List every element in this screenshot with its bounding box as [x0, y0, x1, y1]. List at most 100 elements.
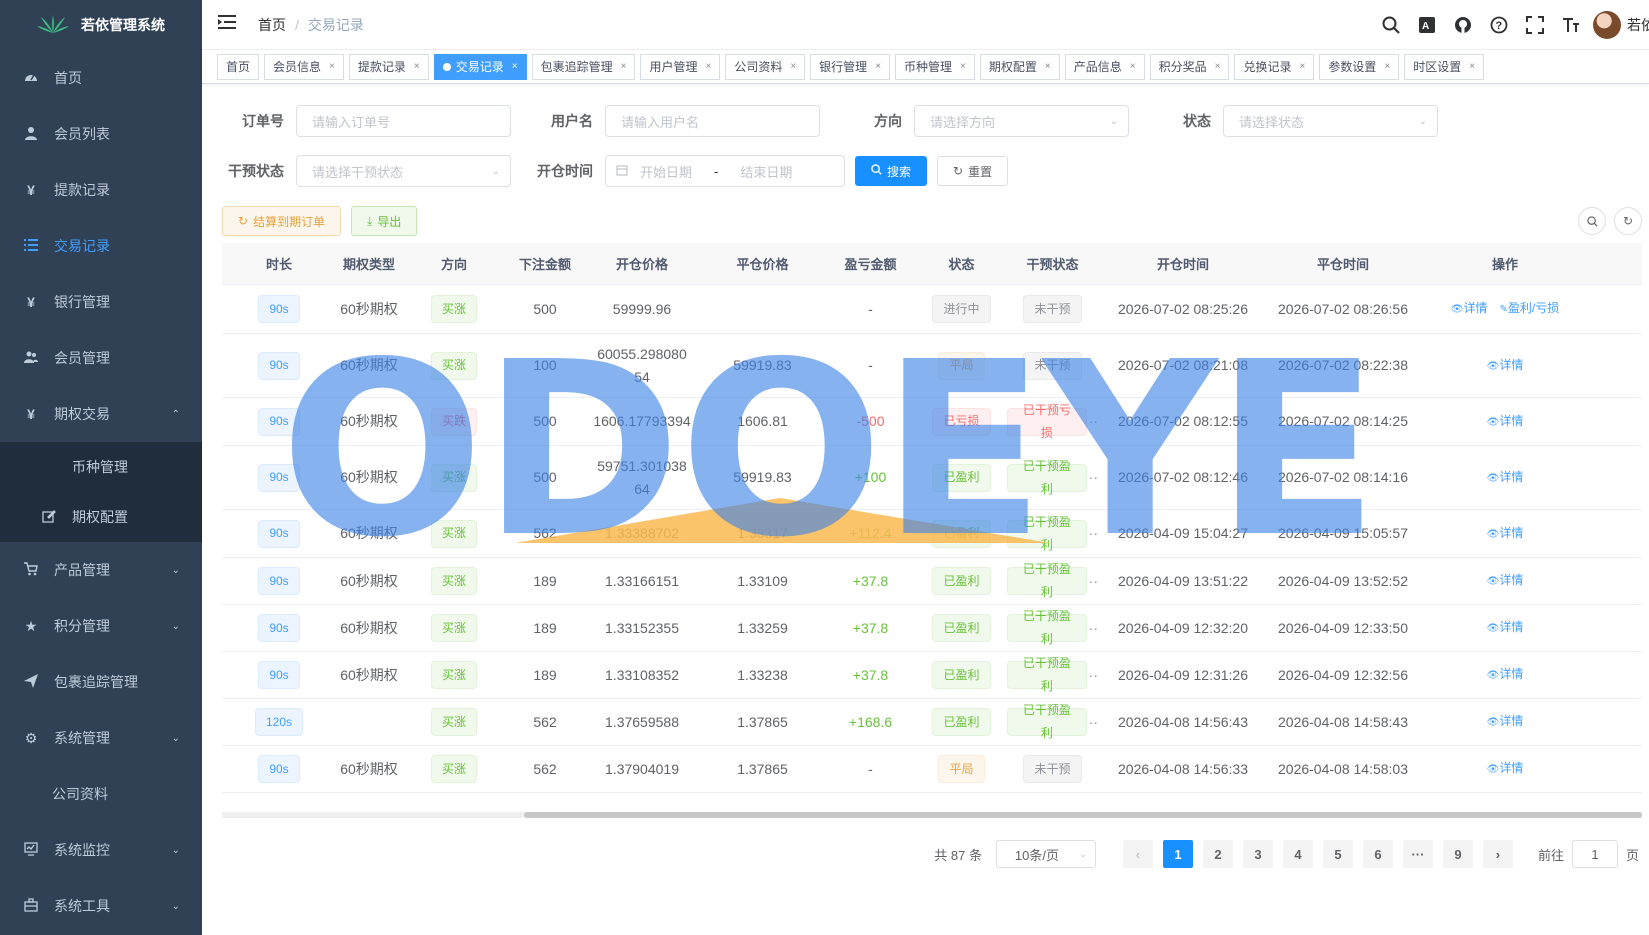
detail-link[interactable]: 👁详情: [1487, 466, 1524, 490]
close-icon[interactable]: ×: [1384, 61, 1390, 72]
detail-link[interactable]: 👁详情: [1487, 710, 1524, 734]
tab-8[interactable]: 币种管理 ×: [895, 53, 975, 80]
page-button[interactable]: 3: [1242, 840, 1273, 868]
detail-link[interactable]: 👁详情: [1487, 663, 1524, 687]
page-button[interactable]: 9: [1442, 840, 1473, 868]
reset-button[interactable]: ↻ 重置: [937, 156, 1009, 186]
profit-loss-link[interactable]: ✎盈利/亏损: [1499, 297, 1559, 321]
tab-12[interactable]: 兑换记录 ×: [1234, 53, 1315, 80]
tab-9[interactable]: 期权配置 ×: [979, 53, 1060, 80]
breadcrumb-home[interactable]: 首页: [258, 15, 286, 35]
settle-expired-button[interactable]: ↻ 结算到期订单: [222, 206, 342, 236]
tab-2[interactable]: 提款记录 ×: [348, 53, 429, 80]
sidebar-item[interactable]: 系统工具 ⌄: [0, 878, 202, 934]
close-icon[interactable]: ×: [875, 61, 881, 72]
page-button[interactable]: 6: [1362, 840, 1393, 868]
sidebar-item[interactable]: 会员管理: [0, 330, 202, 386]
next-page-button[interactable]: ›: [1482, 840, 1513, 868]
close-icon[interactable]: ×: [414, 61, 420, 72]
sidebar-item[interactable]: 产品管理 ⌄: [0, 542, 202, 598]
page-button[interactable]: 1: [1162, 840, 1193, 868]
close-icon[interactable]: ×: [329, 61, 335, 72]
detail-link[interactable]: 👁详情: [1487, 757, 1524, 781]
sidebar-item[interactable]: 系统监控 ⌄: [0, 822, 202, 878]
sidebar-item-label: 首页: [54, 70, 82, 86]
detail-link[interactable]: 👁详情: [1451, 297, 1488, 321]
avatar[interactable]: [1593, 11, 1621, 39]
status-select[interactable]: 请选择状态 ⌄: [1223, 105, 1438, 137]
search-button[interactable]: 搜索: [855, 156, 928, 186]
close-icon[interactable]: ×: [1215, 61, 1221, 72]
horizontal-scrollbar[interactable]: [222, 812, 1642, 818]
sidebar-item[interactable]: ¥ 提款记录: [0, 162, 202, 218]
tab-11[interactable]: 积分奖品 ×: [1149, 53, 1230, 80]
tab-14[interactable]: 时区设置 ×: [1404, 53, 1485, 80]
option-type: 60秒期权: [340, 619, 398, 636]
intervene-select[interactable]: 请选择干预状态 ⌄: [296, 155, 511, 187]
detail-link[interactable]: 👁详情: [1487, 616, 1524, 640]
close-icon[interactable]: ×: [1299, 61, 1305, 72]
close-icon[interactable]: ×: [1130, 61, 1136, 72]
sidebar-item[interactable]: 交易记录: [0, 218, 202, 274]
tab-3[interactable]: 交易记录 ×: [433, 53, 527, 80]
font-size-icon[interactable]: [1553, 0, 1589, 50]
page-button[interactable]: ···: [1402, 840, 1433, 868]
open-time-range[interactable]: 开始日期 - 结束日期: [605, 155, 845, 187]
sidebar-item[interactable]: 包裹追踪管理: [0, 654, 202, 710]
close-icon[interactable]: ×: [1045, 61, 1051, 72]
sidebar-item[interactable]: 公司资料: [0, 766, 202, 822]
status-badge: 已盈利: [932, 708, 991, 736]
export-button[interactable]: ⤓ 导出: [351, 206, 418, 236]
close-icon[interactable]: ×: [512, 61, 518, 72]
hamburger-icon[interactable]: [218, 14, 238, 35]
sidebar-item[interactable]: 期权配置: [0, 492, 202, 542]
close-icon[interactable]: ×: [960, 61, 966, 72]
page-button[interactable]: 2: [1202, 840, 1233, 868]
username[interactable]: 若依: [1627, 15, 1649, 35]
sidebar-item[interactable]: ★ 积分管理 ⌄: [0, 598, 202, 654]
detail-link[interactable]: 👁详情: [1487, 522, 1524, 546]
tab-6[interactable]: 公司资料 ×: [725, 53, 806, 80]
page-size-select[interactable]: 10条/页 ⌄: [995, 840, 1096, 868]
tab-13[interactable]: 参数设置 ×: [1319, 53, 1400, 80]
tab-10[interactable]: 产品信息 ×: [1064, 53, 1145, 80]
refresh-table-button[interactable]: ↻: [1614, 207, 1642, 235]
close-icon[interactable]: ×: [621, 61, 627, 72]
tab-7[interactable]: 银行管理 ×: [810, 53, 891, 80]
jump-page-input[interactable]: 1: [1571, 840, 1618, 868]
sidebar-item[interactable]: 首页: [0, 50, 202, 106]
question-icon[interactable]: ?: [1481, 0, 1517, 50]
direction-select[interactable]: 请选择方向 ⌄: [914, 105, 1129, 137]
tab-0[interactable]: 首页: [217, 53, 260, 80]
tab-4[interactable]: 包裹追踪管理 ×: [531, 53, 636, 80]
start-date-placeholder[interactable]: 开始日期: [640, 162, 692, 181]
logo[interactable]: 若依管理系统: [0, 0, 202, 50]
detail-link[interactable]: 👁详情: [1487, 354, 1524, 378]
tab-5[interactable]: 用户管理 ×: [640, 53, 721, 80]
toggle-search-button[interactable]: [1578, 207, 1606, 235]
tab-1[interactable]: 会员信息 ×: [264, 53, 344, 80]
detail-link[interactable]: 👁详情: [1487, 410, 1524, 434]
search-icon[interactable]: [1373, 0, 1409, 50]
pnl-amount: +100: [854, 469, 887, 485]
fullscreen-icon[interactable]: [1517, 0, 1553, 50]
translate-icon[interactable]: A: [1409, 0, 1445, 50]
sidebar-item[interactable]: ⚙ 系统管理 ⌄: [0, 710, 202, 766]
order-no-input[interactable]: 请输入订单号: [296, 105, 511, 137]
close-icon[interactable]: ×: [790, 61, 796, 72]
close-icon[interactable]: ×: [1469, 61, 1475, 72]
sidebar-item[interactable]: 会员列表: [0, 106, 202, 162]
end-date-placeholder[interactable]: 结束日期: [740, 162, 792, 181]
close-icon[interactable]: ×: [705, 61, 711, 72]
username-input[interactable]: 请输入用户名: [605, 105, 820, 137]
detail-link[interactable]: 👁详情: [1487, 569, 1524, 593]
github-icon[interactable]: [1445, 0, 1481, 50]
sidebar-item[interactable]: ¥ 期权交易 ⌃: [0, 386, 202, 442]
page-button[interactable]: 5: [1322, 840, 1353, 868]
scrollbar-thumb[interactable]: [524, 812, 1642, 818]
sidebar-item[interactable]: ¥ 银行管理: [0, 274, 202, 330]
column-header: 时长: [265, 257, 292, 272]
page-button[interactable]: 4: [1282, 840, 1313, 868]
prev-page-button[interactable]: ‹: [1122, 840, 1153, 868]
sidebar-item[interactable]: 币种管理: [0, 442, 202, 492]
